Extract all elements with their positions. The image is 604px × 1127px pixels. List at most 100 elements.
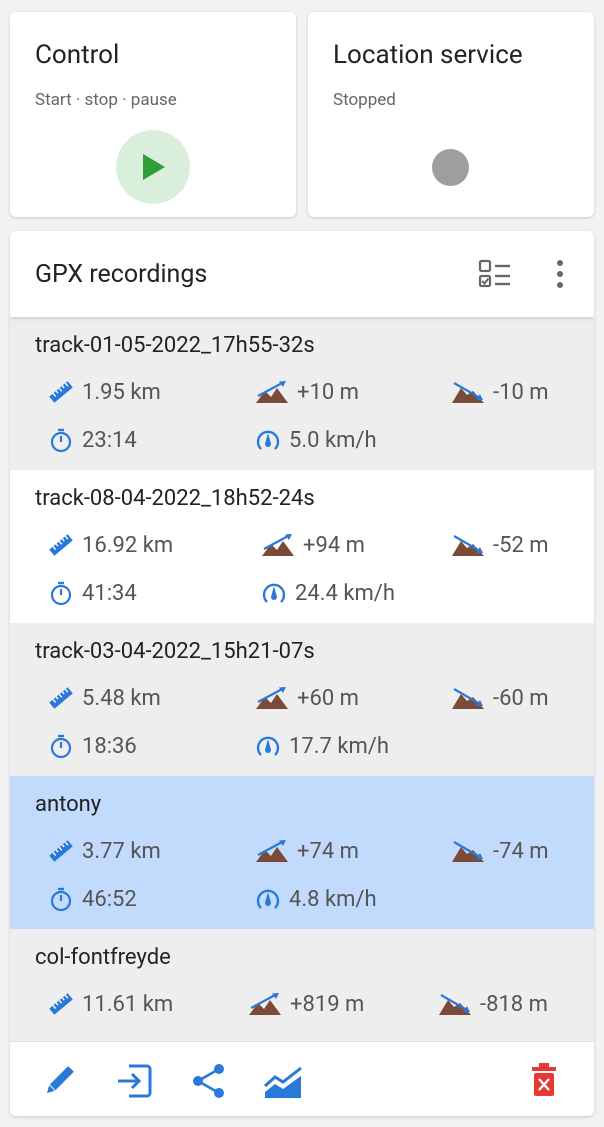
duration-stat: 46:52 [48,886,137,912]
gpx-header: GPX recordings [10,231,594,317]
track-name: track-03-04-2022_15h21-07s [35,639,315,664]
speed-value: 4.8 km/h [289,886,377,912]
track-name: track-01-05-2022_17h55-32s [35,333,315,358]
elevation-up-icon [256,840,288,862]
elevation-loss-stat: -52 m [451,532,549,558]
elevation-gain-stat: +60 m [255,685,359,711]
control-card: Control Start · stop · pause [10,12,296,217]
more-vert-icon[interactable] [553,259,567,289]
ruler-icon [49,534,73,556]
gpx-title: GPX recordings [35,260,208,289]
duration-value: 46:52 [82,886,137,912]
play-icon [143,154,165,180]
elevation-chart-icon[interactable] [263,1062,303,1100]
distance-value: 16.92 km [82,532,174,558]
distance-stat: 1.95 km [48,379,161,405]
gpx-recordings-card: GPX recordings track-01-05-2022_17h55-32… [10,231,594,1116]
speed-icon [262,583,286,603]
timer-icon [50,734,72,759]
elevation-down-icon [452,382,484,403]
speed-stat: 5.0 km/h [255,427,377,453]
duration-value: 23:14 [82,427,137,453]
play-button[interactable] [116,130,190,204]
track-item[interactable]: track-03-04-2022_15h21-07s 5.48 km +60 m… [10,623,594,776]
timer-icon [50,428,72,453]
elevation-gain-value: +94 m [303,532,365,558]
action-bar [10,1041,594,1116]
track-item-selected[interactable]: antony 3.77 km +74 m -74 m 46:52 4.8 km/… [10,776,594,929]
elevation-down-icon [452,841,484,862]
ruler-icon [49,840,73,862]
elevation-gain-stat: +819 m [248,991,364,1017]
track-list[interactable]: track-01-05-2022_17h55-32s 1.95 km +10 m… [10,317,594,1041]
elevation-up-icon [256,381,288,403]
track-name: col-fontfreyde [35,945,171,970]
duration-stat: 41:34 [48,580,137,606]
track-item[interactable]: track-01-05-2022_17h55-32s 1.95 km +10 m… [10,317,594,470]
elevation-gain-value: +74 m [297,838,359,864]
elevation-loss-value: -10 m [493,379,549,405]
elevation-up-icon [256,687,288,709]
location-service-card: Location service Stopped [308,12,594,217]
elevation-gain-stat: +94 m [261,532,365,558]
elevation-loss-stat: -60 m [451,685,549,711]
timer-icon [50,581,72,606]
distance-stat: 11.61 km [48,991,173,1017]
control-subtitle: Start · stop · pause [35,90,177,110]
duration-value: 18:36 [82,733,137,759]
status-indicator [432,149,469,186]
speed-stat: 24.4 km/h [261,580,395,606]
elevation-up-icon [262,534,294,556]
ruler-icon [49,687,73,709]
elevation-loss-stat: -74 m [451,838,549,864]
elevation-gain-value: +819 m [290,991,365,1017]
elevation-gain-value: +10 m [297,379,359,405]
distance-value: 5.48 km [82,685,161,711]
distance-stat: 16.92 km [48,532,173,558]
speed-icon [256,430,280,450]
duration-value: 41:34 [82,580,137,606]
checklist-icon[interactable] [478,259,512,289]
speed-stat: 4.8 km/h [255,886,377,912]
speed-stat: 17.7 km/h [255,733,389,759]
elevation-loss-value: -74 m [493,838,549,864]
speed-value: 5.0 km/h [289,427,377,453]
elevation-down-icon [452,688,484,709]
elevation-loss-value: -818 m [480,991,548,1017]
speed-icon [256,889,280,909]
share-icon[interactable] [190,1062,228,1100]
distance-stat: 3.77 km [48,838,161,864]
import-icon[interactable] [115,1062,153,1100]
elevation-loss-stat: -818 m [438,991,548,1017]
duration-stat: 23:14 [48,427,137,453]
elevation-gain-value: +60 m [297,685,359,711]
elevation-gain-stat: +74 m [255,838,359,864]
speed-icon [256,736,280,756]
elevation-loss-stat: -10 m [451,379,549,405]
speed-value: 24.4 km/h [295,580,395,606]
distance-stat: 5.48 km [48,685,161,711]
track-name: antony [35,792,102,817]
distance-value: 1.95 km [82,379,161,405]
edit-icon[interactable] [40,1062,78,1100]
elevation-up-icon [249,993,281,1015]
elevation-loss-value: -52 m [493,532,549,558]
track-item[interactable]: col-fontfreyde 11.61 km +819 m -818 m [10,929,594,1041]
ruler-icon [49,381,73,403]
location-status: Stopped [333,90,396,110]
timer-icon [50,887,72,912]
elevation-gain-stat: +10 m [255,379,359,405]
speed-value: 17.7 km/h [289,733,389,759]
elevation-loss-value: -60 m [493,685,549,711]
ruler-icon [49,993,73,1015]
distance-value: 3.77 km [82,838,161,864]
location-title: Location service [333,40,523,70]
elevation-down-icon [439,994,471,1015]
delete-icon[interactable] [530,1062,558,1098]
track-name: track-08-04-2022_18h52-24s [35,486,315,511]
track-item[interactable]: track-08-04-2022_18h52-24s 16.92 km +94 … [10,470,594,623]
control-title: Control [35,40,120,70]
distance-value: 11.61 km [82,991,174,1017]
duration-stat: 18:36 [48,733,137,759]
elevation-down-icon [452,535,484,556]
